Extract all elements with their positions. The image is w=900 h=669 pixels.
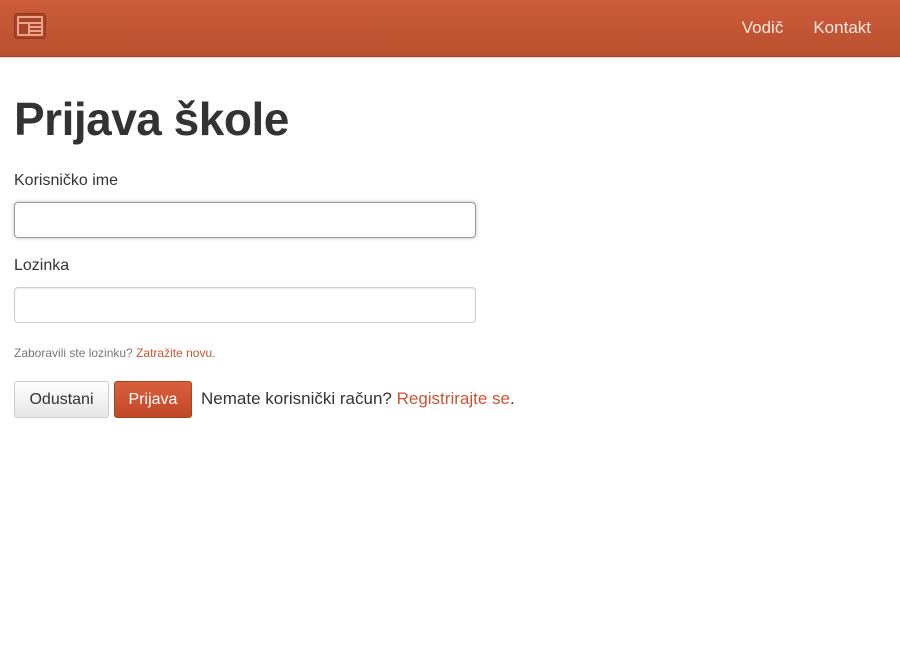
newspaper-icon[interactable] bbox=[14, 13, 46, 39]
forgot-password-question: Zaboravili ste lozinku? bbox=[14, 346, 133, 360]
password-input[interactable] bbox=[14, 287, 476, 323]
register-prompt: Nemate korisnički račun? Registrirajte s… bbox=[201, 389, 515, 409]
register-question: Nemate korisnički račun? bbox=[201, 389, 392, 408]
username-input[interactable] bbox=[14, 202, 476, 238]
register-link[interactable]: Registrirajte se bbox=[397, 389, 510, 408]
top-navbar: Vodič Kontakt bbox=[0, 0, 900, 57]
nav-link-vodic[interactable]: Vodič bbox=[742, 18, 784, 38]
nav-links: Vodič Kontakt bbox=[712, 0, 871, 56]
forgot-password-link[interactable]: Zatražite novu. bbox=[136, 346, 215, 360]
username-label: Korisničko ime bbox=[14, 172, 119, 189]
forgot-password-text: Zaboravili ste lozinku? Zatražite novu. bbox=[14, 346, 215, 360]
cancel-button[interactable]: Odustani bbox=[14, 381, 109, 418]
page-title: Prijava škole bbox=[14, 93, 289, 145]
login-button[interactable]: Prijava bbox=[114, 381, 192, 418]
password-label: Lozinka bbox=[14, 257, 70, 274]
register-suffix: . bbox=[509, 389, 515, 408]
nav-link-kontakt[interactable]: Kontakt bbox=[813, 18, 871, 38]
